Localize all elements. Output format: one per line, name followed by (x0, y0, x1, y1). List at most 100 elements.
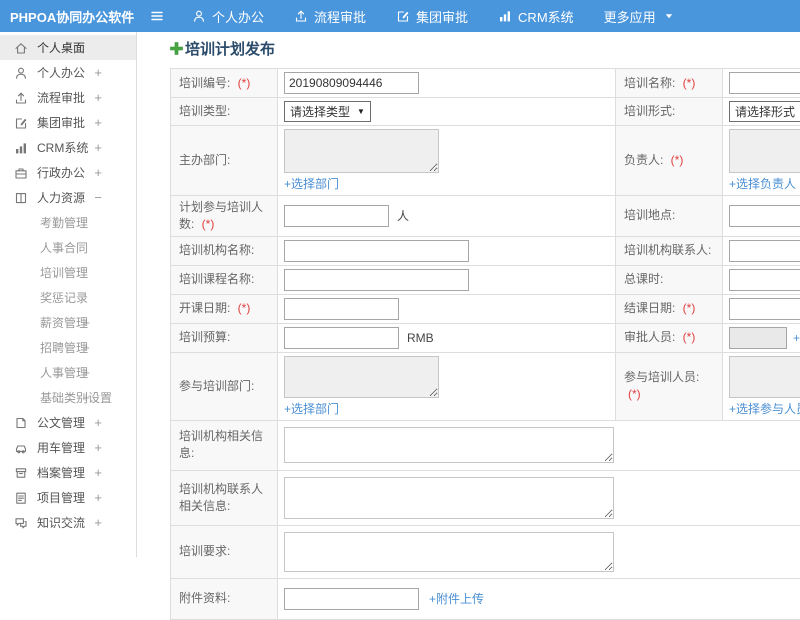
topbar-item-personal-office[interactable]: 个人办公 (192, 7, 264, 26)
caret-icon (662, 9, 676, 23)
expand-plus-icon[interactable]: + (94, 440, 102, 455)
training-form-select[interactable]: 请选择形式▼ (729, 101, 800, 122)
approver-select-link[interactable]: +选择审批人员 (793, 329, 800, 346)
expand-plus-icon[interactable]: + (94, 140, 102, 155)
sidebar-item-attendance-mgmt[interactable]: 考勤管理 (0, 210, 136, 235)
sidebar-item-label: 人力资源 (37, 191, 86, 205)
sidebar-item-archive-mgmt[interactable]: 档案管理 + (0, 460, 136, 485)
app-logo: PHPOA协同办公软件 (10, 9, 135, 25)
sidebar-item-label: 培训管理 (40, 266, 89, 280)
required-marker: (*) (628, 387, 641, 402)
participating-persons-label: 参与培训人员: (*) (616, 352, 723, 420)
expand-plus-icon[interactable]: + (94, 165, 102, 180)
expand-plus-icon[interactable]: + (94, 90, 102, 105)
required-marker: (*) (682, 75, 696, 90)
training-form-select-value: 请选择形式 (735, 105, 796, 119)
expand-plus-icon[interactable]: + (94, 465, 102, 480)
sidebar-item-crm-system[interactable]: CRM系统 + (0, 135, 136, 160)
host-department-select-link[interactable]: +选择部门 (284, 175, 339, 192)
participating-departments-picker[interactable] (284, 355, 439, 398)
topbar-item-crm-system[interactable]: CRM系统 (498, 7, 574, 26)
sidebar-item-vehicle-mgmt[interactable]: 用车管理 + (0, 435, 136, 460)
car-icon (14, 441, 28, 455)
sidebar-item-label: 奖惩记录 (40, 291, 89, 305)
participating-persons-select-link[interactable]: +选择参与人员 (729, 400, 800, 417)
training-org-contact-info-label: 培训机构联系人相关信息: (171, 470, 278, 525)
expand-plus-icon[interactable]: + (82, 390, 90, 405)
host-department-picker[interactable] (284, 129, 439, 173)
sidebar-item-personnel-mgmt[interactable]: 人事管理 + (0, 360, 136, 385)
training-org-contact-info-textarea[interactable] (284, 476, 614, 519)
training-location-input[interactable] (729, 204, 800, 227)
expand-plus-icon[interactable]: + (94, 515, 102, 530)
participating-departments-select-link[interactable]: +选择部门 (284, 400, 339, 417)
training-budget-input[interactable] (284, 326, 399, 349)
sidebar-item-admin-office[interactable]: 行政办公 + (0, 160, 136, 185)
planned-trainees-input[interactable] (284, 204, 389, 227)
sidebar-item-salary-mgmt[interactable]: 薪资管理 + (0, 310, 136, 335)
training-org-name-input[interactable] (284, 239, 469, 262)
sidebar-item-training-mgmt[interactable]: 培训管理 (0, 260, 136, 285)
expand-plus-icon[interactable]: + (82, 365, 90, 380)
topbar-item-label: CRM系统 (518, 9, 574, 25)
training-location-field-cell (723, 196, 800, 236)
training-type-select[interactable]: 请选择类型 ▼ (284, 101, 371, 122)
form-row: 培训类型: 请选择类型 ▼ 培训形式: 请选择形式▼ (171, 98, 800, 126)
end-date-input[interactable] (729, 297, 800, 320)
required-marker: (*) (670, 153, 684, 168)
training-org-info-field-cell (278, 421, 800, 470)
sidebar-item-base-category-settings[interactable]: 基础类别设置 + (0, 385, 136, 410)
sidebar-item-human-resources[interactable]: 人力资源 − (0, 185, 136, 210)
training-org-name-field-cell (278, 236, 616, 265)
training-no-input[interactable] (284, 72, 419, 94)
topbar-item-more-apps[interactable]: 更多应用 (604, 7, 676, 26)
training-name-input[interactable] (729, 72, 800, 94)
attachment-input[interactable] (284, 587, 419, 610)
page-title: 培训计划发布 (185, 40, 276, 58)
sidebar-item-recruitment-mgmt[interactable]: 招聘管理 + (0, 335, 136, 360)
training-org-info-textarea[interactable] (284, 427, 614, 464)
expand-plus-icon[interactable]: + (94, 115, 102, 130)
sidebar-item-hr-contract[interactable]: 人事合同 (0, 235, 136, 260)
sidebar-item-reward-records[interactable]: 奖惩记录 (0, 285, 136, 310)
training-requirements-textarea[interactable] (284, 531, 614, 572)
leader-label: 负责人: (*) (616, 126, 723, 195)
sidebar-item-project-mgmt[interactable]: 项目管理 + (0, 485, 136, 510)
participating-departments-label: 参与培训部门: (171, 352, 278, 420)
expand-plus-icon[interactable]: + (82, 340, 90, 355)
training-course-name-input[interactable] (284, 268, 469, 291)
topbar-item-group-approval[interactable]: 集团审批 (396, 7, 468, 26)
sidebar-item-group-approval[interactable]: 集团审批 + (0, 110, 136, 135)
leader-field-cell: +选择负责人 (723, 126, 800, 195)
leader-picker[interactable] (729, 129, 800, 173)
sidebar-item-document-mgmt[interactable]: 公文管理 + (0, 410, 136, 435)
attachment-upload-link[interactable]: +附件上传 (429, 590, 484, 607)
collapse-minus-icon[interactable]: − (94, 190, 102, 205)
approver-field-cell: +选择审批人员 (723, 324, 800, 352)
sidebar-item-label: 集团审批 (37, 116, 86, 130)
sidebar-item-label: CRM系统 (37, 141, 89, 155)
expand-plus-icon[interactable]: + (94, 65, 102, 80)
sidebar-item-knowledge-exchange[interactable]: 知识交流 + (0, 510, 136, 535)
chart-icon (498, 9, 512, 23)
form-row: 培训要求: (171, 525, 800, 579)
training-org-contact-input[interactable] (729, 239, 800, 262)
participating-persons-picker[interactable] (729, 355, 800, 398)
sidebar-item-personal-desktop[interactable]: 个人桌面 (0, 35, 136, 60)
training-no-field-cell (278, 69, 616, 97)
training-location-label: 培训地点: (616, 196, 723, 236)
approver-input[interactable] (729, 326, 787, 349)
sidebar-item-personal-office[interactable]: 个人办公 + (0, 60, 136, 85)
expand-plus-icon[interactable]: + (82, 315, 90, 330)
training-requirements-label: 培训要求: (171, 525, 278, 578)
topbar-item-workflow-approval[interactable]: 流程审批 (294, 7, 366, 26)
expand-plus-icon[interactable]: + (94, 415, 102, 430)
start-date-input[interactable] (284, 297, 399, 320)
training-type-label: 培训类型: (171, 98, 278, 125)
total-hours-input[interactable] (729, 268, 800, 291)
expand-plus-icon[interactable]: + (94, 490, 102, 505)
leader-select-link[interactable]: +选择负责人 (729, 175, 796, 192)
hamburger-menu-icon[interactable] (150, 9, 164, 23)
sidebar-item-workflow-approval[interactable]: 流程审批 + (0, 85, 136, 110)
host-department-label: 主办部门: (171, 126, 278, 195)
